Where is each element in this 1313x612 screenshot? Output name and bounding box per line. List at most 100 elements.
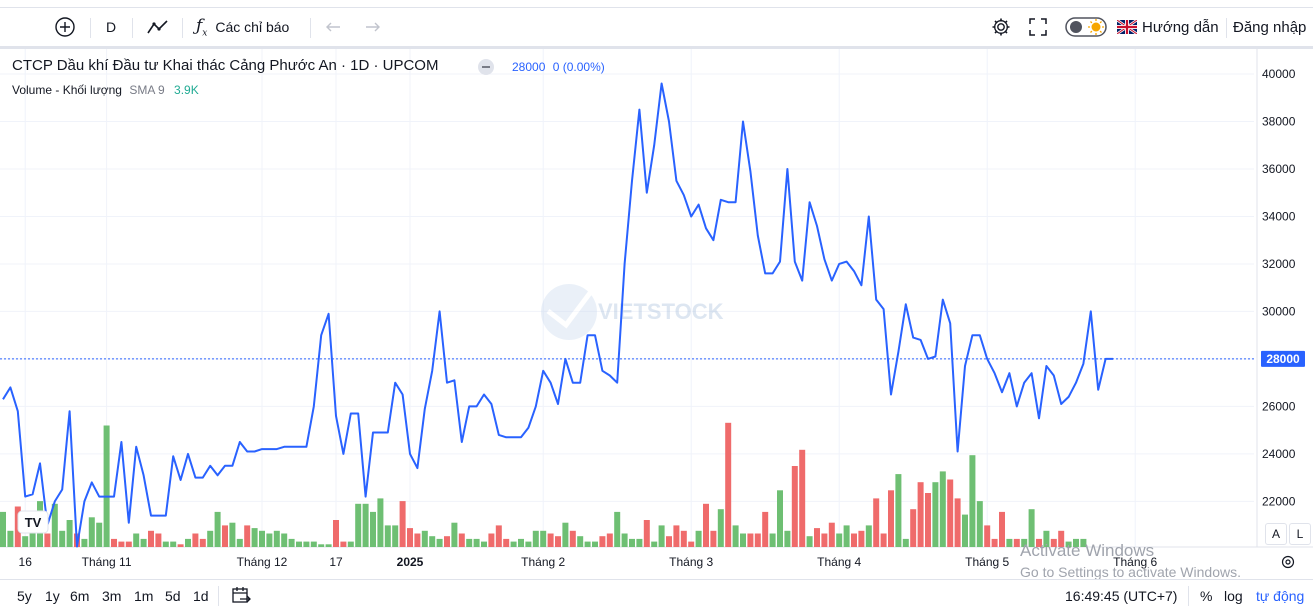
volume-bar bbox=[658, 525, 665, 547]
volume-label: Volume - Khối lượng bbox=[12, 83, 122, 97]
chart-type-button[interactable] bbox=[146, 8, 170, 46]
volume-bar bbox=[962, 514, 968, 547]
price-volume-chart[interactable]: VIETSTOCK 22000 24000 26000 28000 30000 32000… bbox=[0, 49, 1313, 577]
volume-value: 3.9K bbox=[174, 83, 199, 97]
volume-bar bbox=[103, 425, 110, 547]
volume-bar bbox=[222, 525, 228, 547]
volume-bar bbox=[303, 541, 310, 547]
login-button[interactable]: Đăng nhập bbox=[1233, 8, 1306, 46]
volume-bar bbox=[976, 501, 983, 547]
calendar-arrow-icon bbox=[232, 587, 251, 603]
volume-bar bbox=[281, 533, 288, 547]
volume-bar bbox=[873, 498, 880, 547]
volume-bar bbox=[251, 528, 258, 547]
volume-bar bbox=[266, 533, 273, 547]
volume-bar bbox=[865, 525, 872, 547]
volume-bar bbox=[747, 533, 754, 547]
time-tick-label: Tháng 11 bbox=[82, 555, 132, 569]
volume-bar bbox=[621, 533, 628, 547]
lock-scale-button[interactable]: L bbox=[1289, 523, 1311, 545]
volume-bar bbox=[207, 530, 214, 547]
volume-bar bbox=[969, 455, 976, 547]
range-6m-button[interactable]: 6m bbox=[70, 580, 89, 612]
volume-bar bbox=[421, 530, 428, 547]
volume-bar bbox=[547, 533, 554, 547]
axis-settings-icon bbox=[1281, 555, 1295, 569]
time-tick-label: 2025 bbox=[397, 555, 424, 569]
volume-bar bbox=[673, 525, 680, 547]
fullscreen-button[interactable] bbox=[1028, 8, 1048, 46]
range-1m-button[interactable]: 1m bbox=[134, 580, 153, 612]
volume-bar bbox=[296, 541, 302, 547]
guide-button[interactable]: Hướng dẫn bbox=[1117, 8, 1219, 46]
volume-bar bbox=[688, 541, 695, 547]
range-1d-button[interactable]: 1d bbox=[193, 580, 209, 612]
volume-bar bbox=[7, 530, 14, 547]
goto-date-button[interactable] bbox=[231, 580, 251, 612]
legend-collapse-button[interactable] bbox=[478, 59, 494, 75]
redo-button[interactable] bbox=[363, 8, 381, 46]
uk-flag-icon bbox=[1117, 20, 1137, 34]
volume-bar bbox=[362, 503, 369, 547]
volume-bar bbox=[407, 528, 413, 547]
volume-bar bbox=[540, 530, 547, 547]
volume-bar bbox=[340, 541, 347, 547]
volume-bar bbox=[140, 538, 147, 547]
volume-bar bbox=[562, 522, 569, 547]
volume-bar bbox=[481, 541, 487, 547]
volume-bar bbox=[310, 541, 317, 547]
volume-bar bbox=[436, 538, 443, 547]
volume-bar bbox=[125, 541, 132, 547]
time-tick-label: Tháng 4 bbox=[817, 555, 861, 569]
settings-button[interactable] bbox=[990, 8, 1012, 46]
volume-bar bbox=[466, 538, 473, 547]
interval-button[interactable]: D bbox=[106, 8, 116, 46]
legend-last-price: 28000 bbox=[512, 60, 546, 74]
volume-bar bbox=[939, 471, 946, 547]
time-tick-label: Tháng 2 bbox=[521, 555, 565, 569]
theme-toggle[interactable] bbox=[1065, 8, 1107, 46]
log-toggle[interactable]: log bbox=[1224, 580, 1243, 612]
volume-bar bbox=[858, 530, 865, 547]
percent-toggle[interactable]: % bbox=[1200, 580, 1212, 612]
toolbar-separator bbox=[1226, 18, 1227, 38]
undo-icon bbox=[326, 22, 340, 32]
price-tick-label: 32000 bbox=[1262, 257, 1296, 271]
watermark-text: VIETSTOCK bbox=[598, 299, 724, 324]
gear-icon bbox=[992, 18, 1010, 36]
volume-bar bbox=[888, 490, 894, 547]
volume-bar bbox=[769, 533, 776, 547]
volume-bar bbox=[954, 498, 961, 547]
volume-bar bbox=[192, 533, 199, 547]
add-symbol-button[interactable] bbox=[54, 8, 76, 46]
volume-bar bbox=[614, 511, 621, 547]
plus-circle-icon bbox=[55, 17, 75, 37]
volume-bar bbox=[148, 530, 154, 547]
volume-bar bbox=[784, 530, 791, 547]
volume-bar bbox=[703, 503, 709, 547]
bottom-toolbar: 5y 1y 6m 3m 1m 5d 1d 16:49:45 (UTC+7) % … bbox=[0, 579, 1313, 612]
price-tick-label: 22000 bbox=[1262, 494, 1296, 508]
fullscreen-icon bbox=[1029, 18, 1047, 36]
volume-bar bbox=[133, 533, 140, 547]
volume-sma: SMA 9 bbox=[129, 83, 165, 97]
volume-bar bbox=[96, 522, 103, 547]
range-3m-button[interactable]: 3m bbox=[102, 580, 121, 612]
volume-bar bbox=[177, 544, 184, 547]
volume-bar bbox=[355, 503, 362, 547]
auto-scale-button[interactable]: A bbox=[1265, 523, 1287, 545]
volume-bar bbox=[695, 530, 702, 547]
time-tick-label: 16 bbox=[19, 555, 33, 569]
indicators-button[interactable]: ƒx Các chỉ báo bbox=[196, 8, 289, 46]
time-tick-label: Tháng 3 bbox=[669, 555, 713, 569]
range-5y-button[interactable]: 5y bbox=[17, 580, 32, 612]
auto-scale-toggle[interactable]: tự động bbox=[1256, 580, 1304, 612]
range-1y-button[interactable]: 1y bbox=[45, 580, 60, 612]
volume-bar bbox=[0, 511, 6, 547]
range-5d-button[interactable]: 5d bbox=[165, 580, 181, 612]
undo-button[interactable] bbox=[325, 8, 343, 46]
volume-bar bbox=[828, 522, 835, 547]
volume-bar bbox=[518, 538, 524, 547]
chart-legend-title: CTCP Dầu khí Đầu tư Khai thác Cảng Phước… bbox=[12, 57, 439, 74]
volume-bar bbox=[273, 530, 280, 547]
